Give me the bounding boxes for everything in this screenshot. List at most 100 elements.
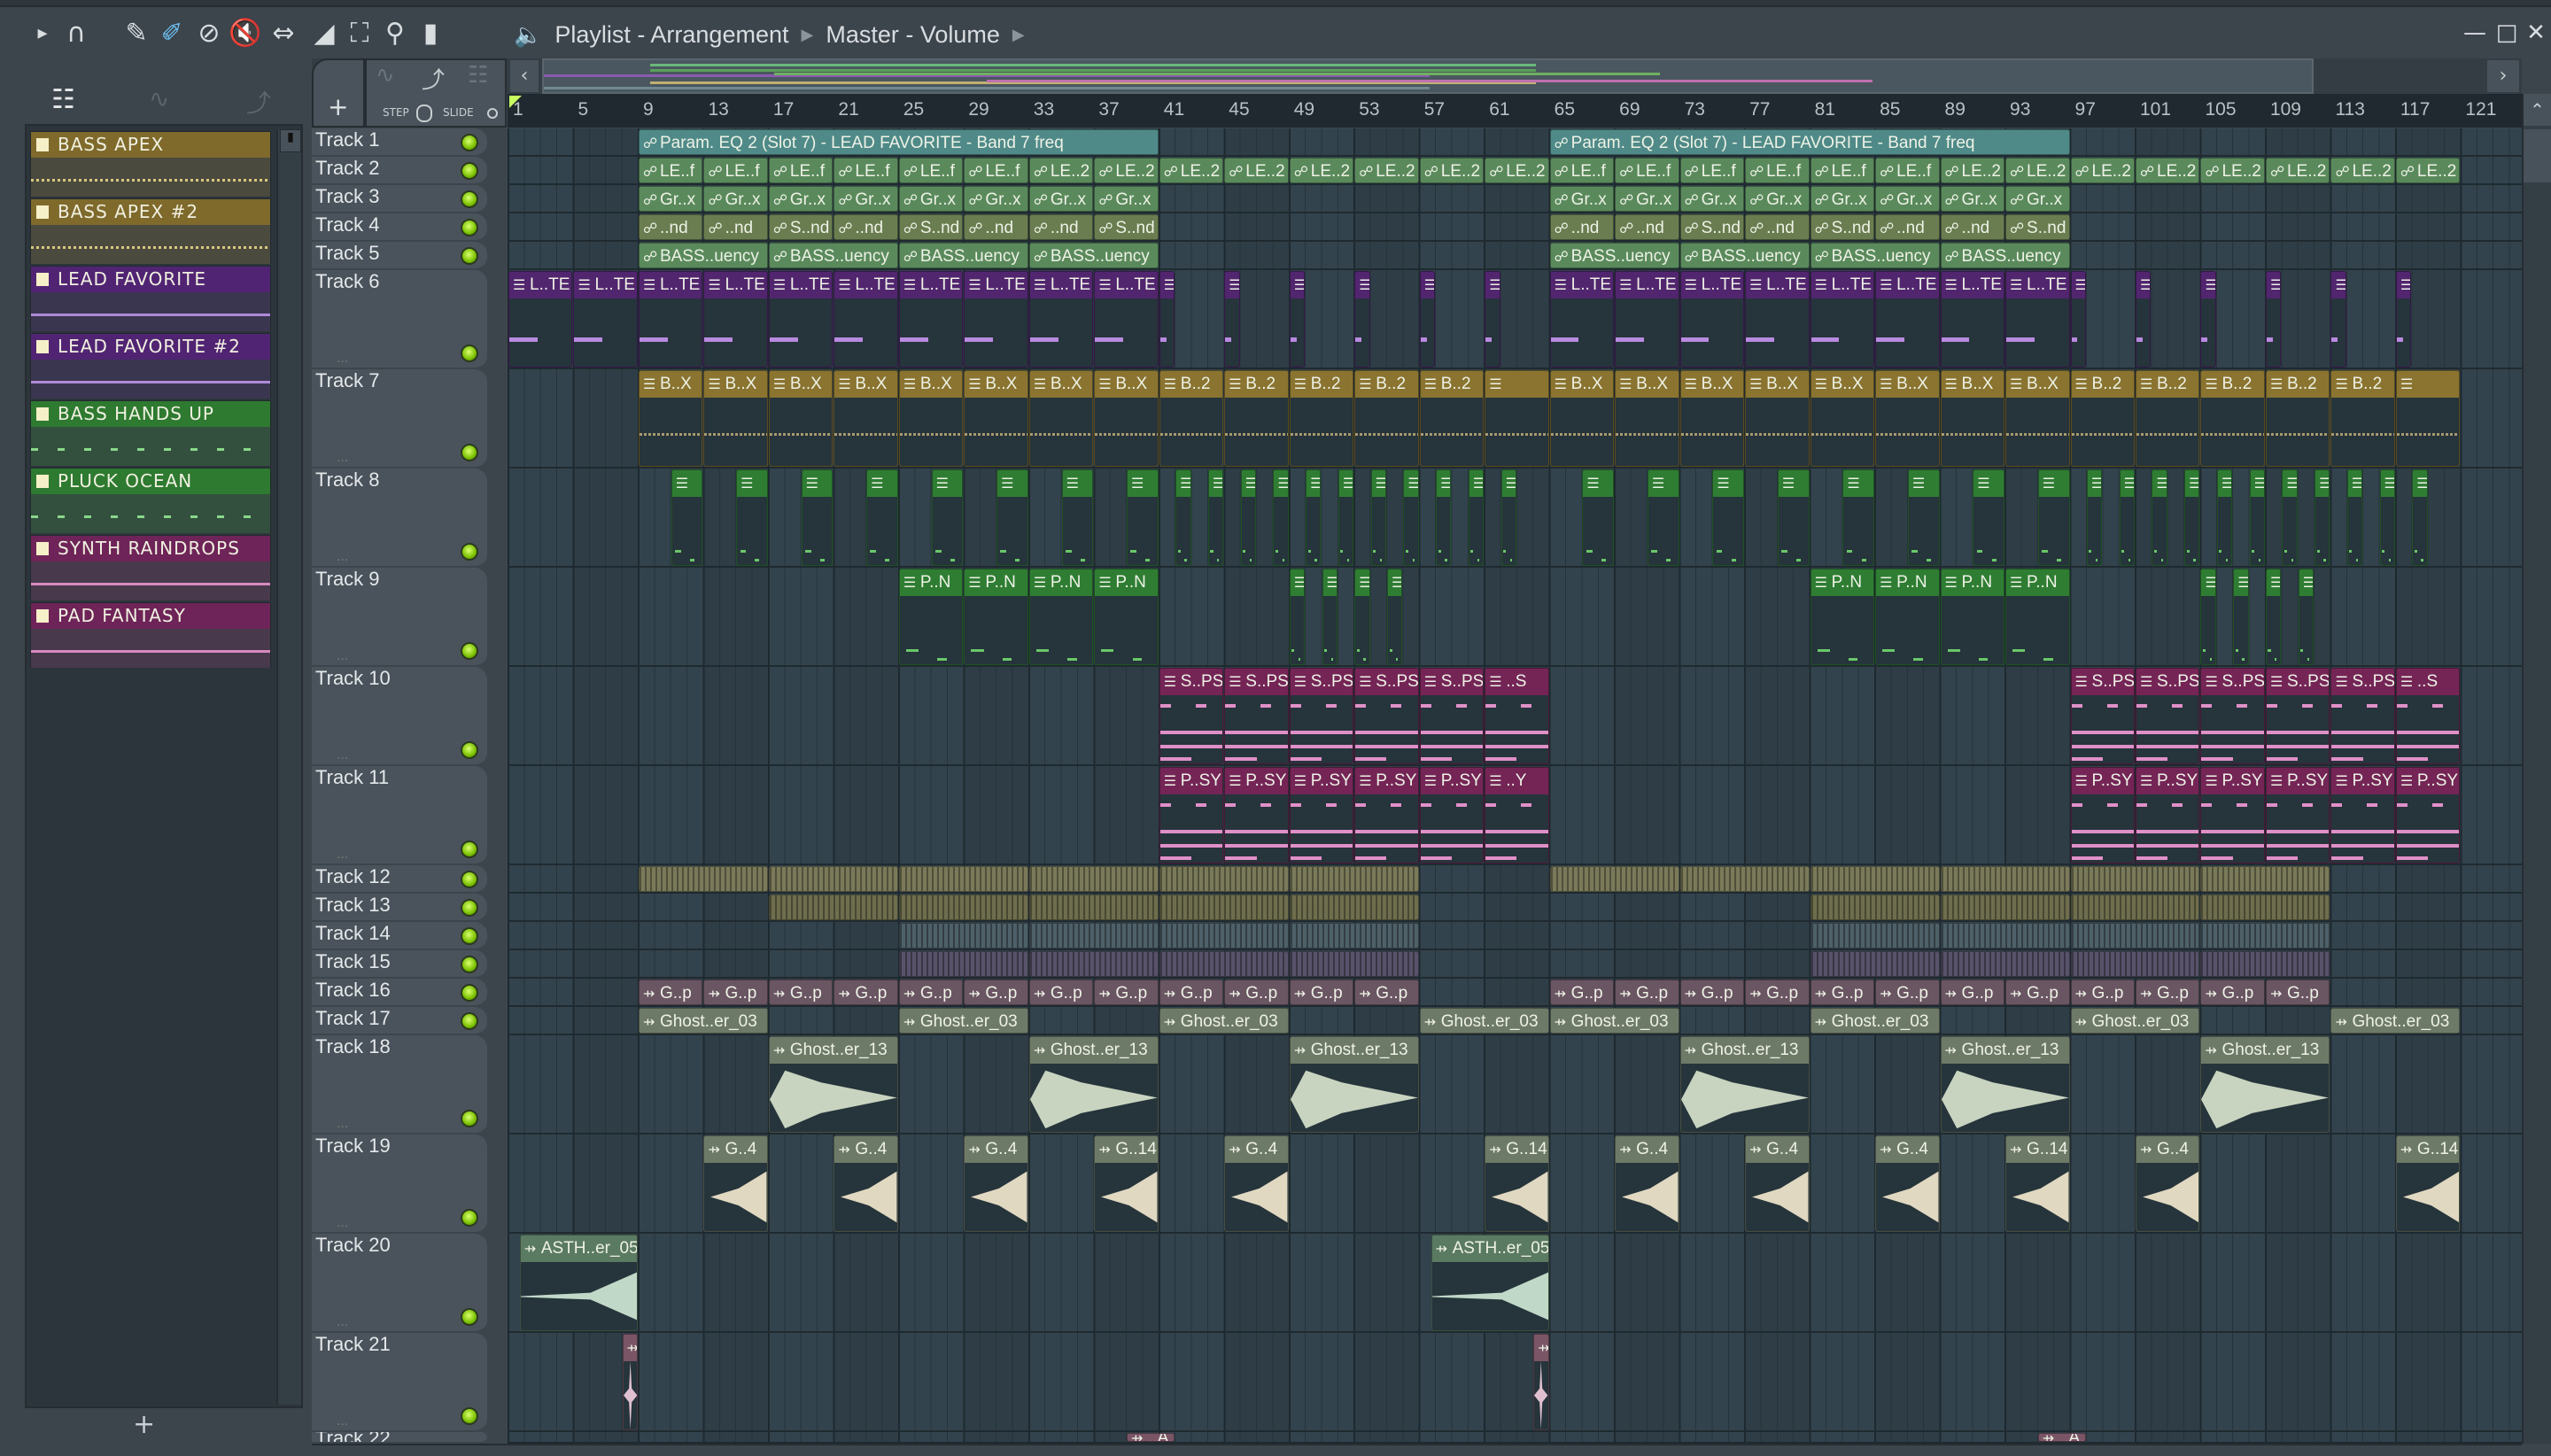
clip[interactable]: ☰ (1289, 271, 1306, 368)
clip[interactable]: ☍ ..nd (1549, 214, 1615, 240)
clip[interactable] (2070, 895, 2200, 920)
track-enable-led[interactable] (461, 444, 478, 461)
clip-header[interactable]: ☍ ..nd (1029, 215, 1093, 239)
clip-header[interactable]: ⇸ G..p (704, 980, 767, 1004)
clip-header[interactable]: ☰ (2185, 470, 2199, 497)
clip[interactable]: ☰ (1842, 469, 1875, 566)
delete-icon[interactable]: ⊘ (193, 18, 225, 50)
clip[interactable]: ⇸ G..p (964, 980, 1028, 1005)
clip[interactable]: ⇸ Ghost..er_13 (1679, 1036, 1810, 1133)
timeline-ruler[interactable]: 1 5 9 13 17 21 25 29 33 37 41 45 49 53 57 61 65 69 73 77 81 8… (508, 94, 2522, 128)
clip[interactable]: ⇸ Ghost..er_13 (1940, 1036, 2070, 1133)
clip[interactable]: ☰ B..2 (2265, 370, 2330, 467)
clip-header[interactable] (1941, 952, 2069, 976)
clip[interactable]: ☰ S..PS (2136, 668, 2200, 764)
clip-header[interactable] (899, 924, 1027, 948)
clip-header[interactable]: ☰ P..SY (1290, 768, 1353, 794)
clip-header[interactable]: ☍ Gr..x (1746, 187, 1809, 211)
clip-header[interactable]: ⇸ G..p (1159, 980, 1223, 1004)
clip-header[interactable]: ⇸ Ghost..er_13 (2201, 1037, 2330, 1064)
clip-header[interactable]: ☰ B..X (1811, 371, 1874, 398)
clip-header[interactable]: ☰ B..2 (2071, 371, 2134, 398)
clip[interactable] (1159, 951, 1289, 977)
clip[interactable]: ☰ B..X (1028, 370, 1094, 467)
clip-header[interactable]: ☍ S..nd (1680, 215, 1744, 239)
clip[interactable]: ☰ L..TE (1549, 271, 1615, 368)
clip[interactable]: ☰ L..TE (1745, 271, 1810, 368)
track-options-icon[interactable]: ... (337, 451, 348, 465)
clip-header[interactable]: ⇸ G..p (2201, 980, 2264, 1004)
channel-item[interactable]: PAD FANTASY (30, 602, 271, 668)
clip-header[interactable]: ☰ S..PS (1290, 669, 1353, 695)
clip[interactable]: ☍ LE..2 (2265, 158, 2330, 183)
clip[interactable]: ☰ B..X (1679, 370, 1745, 467)
clip-header[interactable] (1029, 867, 1158, 891)
clip[interactable] (1028, 951, 1159, 977)
clip-header[interactable]: ☰ P..SY (1225, 768, 1288, 794)
clip[interactable]: ☍ BASS..uency (1940, 243, 2070, 268)
clip[interactable] (898, 951, 1028, 977)
clip-header[interactable] (1290, 867, 1418, 891)
track-enable-led[interactable] (461, 871, 478, 888)
clip-header[interactable]: ⇸ G..4 (1876, 1136, 1939, 1163)
play-arrow-icon[interactable]: ▸ (27, 18, 58, 50)
clip-header[interactable]: ☰ (1583, 470, 1614, 497)
clip[interactable] (768, 895, 898, 920)
clip[interactable]: ☰ L..TE (1875, 271, 1940, 368)
clip[interactable]: ☰ B..X (1940, 370, 2005, 467)
clip-header[interactable]: ☍ Gr..x (639, 187, 702, 211)
clip-header[interactable]: ☍ LE..2 (2396, 159, 2460, 182)
clip-header[interactable]: ☍ LE..f (1680, 159, 1744, 182)
clip[interactable]: ⇸ G..p (2136, 980, 2200, 1005)
clip[interactable]: ☰ (2184, 469, 2200, 566)
clip[interactable]: ☍ BASS..uency (638, 243, 768, 268)
clip-header[interactable] (1811, 895, 1939, 919)
clip-header[interactable]: ☍ Gr..x (1680, 187, 1744, 211)
step-toggle[interactable] (416, 105, 432, 122)
clip[interactable]: ☍ LE..2 (2005, 158, 2070, 183)
clip-header[interactable]: ☍ LE..2 (1941, 159, 2004, 182)
clip[interactable]: ⇸ (1533, 1334, 1549, 1430)
clip-header[interactable]: ☰ B..X (2006, 371, 2069, 398)
clip-header[interactable]: ⇸ G..4 (1225, 1136, 1288, 1163)
clip[interactable]: ☰ (1973, 469, 2005, 566)
clip[interactable]: ☍ LE..f (964, 158, 1028, 183)
playlist-grid[interactable]: ☍ Param. EQ 2 (Slot 7) - LEAD FAVORITE - … (508, 128, 2522, 1444)
clip-header[interactable]: ⇸ Ghost..er_03 (1159, 1009, 1288, 1033)
track-header[interactable]: Track 16 (312, 979, 487, 1007)
horizontal-scrollbar[interactable] (312, 1444, 2522, 1456)
clip-header[interactable]: ☍ LE..f (1550, 159, 1614, 182)
clip[interactable]: ☰ (1386, 569, 1403, 665)
clip-header[interactable]: ☰ (2347, 470, 2362, 497)
clip-header[interactable] (1029, 924, 1158, 948)
clip-header[interactable]: ☍ ..nd (834, 215, 897, 239)
clip[interactable]: ☰ (2070, 271, 2086, 368)
clip[interactable]: ☰ (1582, 469, 1615, 566)
clip-header[interactable]: ☰ (1437, 470, 1451, 497)
clip-header[interactable]: ⇸ G..p (965, 980, 1027, 1004)
clip[interactable]: ☰ P..SY (2395, 767, 2461, 864)
clip-header[interactable] (1159, 952, 1288, 976)
clip[interactable]: ☰ (1322, 569, 1338, 665)
waveform-icon[interactable]: ∿ (149, 84, 169, 113)
clip-header[interactable]: ☰ P..N (899, 569, 963, 596)
clip-header[interactable]: ☍ Param. EQ 2 (Slot 7) - LEAD FAVORITE - … (1550, 130, 2069, 154)
clip[interactable]: ☰ (1354, 569, 1370, 665)
clip-header[interactable]: ☰ P..N (2006, 569, 2069, 596)
clip[interactable]: ☰ (1777, 469, 1810, 566)
clip[interactable]: ☰ L..TE (508, 271, 573, 368)
clip[interactable]: ☰ B..2 (1419, 370, 1485, 467)
clip-header[interactable] (2071, 924, 2199, 948)
clip-header[interactable]: ☍ LE..2 (1159, 159, 1223, 182)
clip[interactable]: ☰ (1354, 271, 1370, 368)
clip[interactable]: ☍ ..nd (1615, 214, 1679, 240)
clip-header[interactable]: ⇸ G..p (1746, 980, 1809, 1004)
clip[interactable]: ☍ Gr..x (1094, 186, 1159, 212)
clip-header[interactable]: ⇸ Ghost..er_03 (2331, 1009, 2460, 1033)
clip[interactable]: ☍ LE..f (703, 158, 768, 183)
clip[interactable]: ☍ ..nd (703, 214, 768, 240)
clip[interactable]: ☍ LE..2 (1094, 158, 1159, 183)
clip[interactable]: ☰ (1207, 469, 1224, 566)
clip[interactable] (1940, 895, 2070, 920)
clip-header[interactable]: ☰ B..2 (1290, 371, 1353, 398)
